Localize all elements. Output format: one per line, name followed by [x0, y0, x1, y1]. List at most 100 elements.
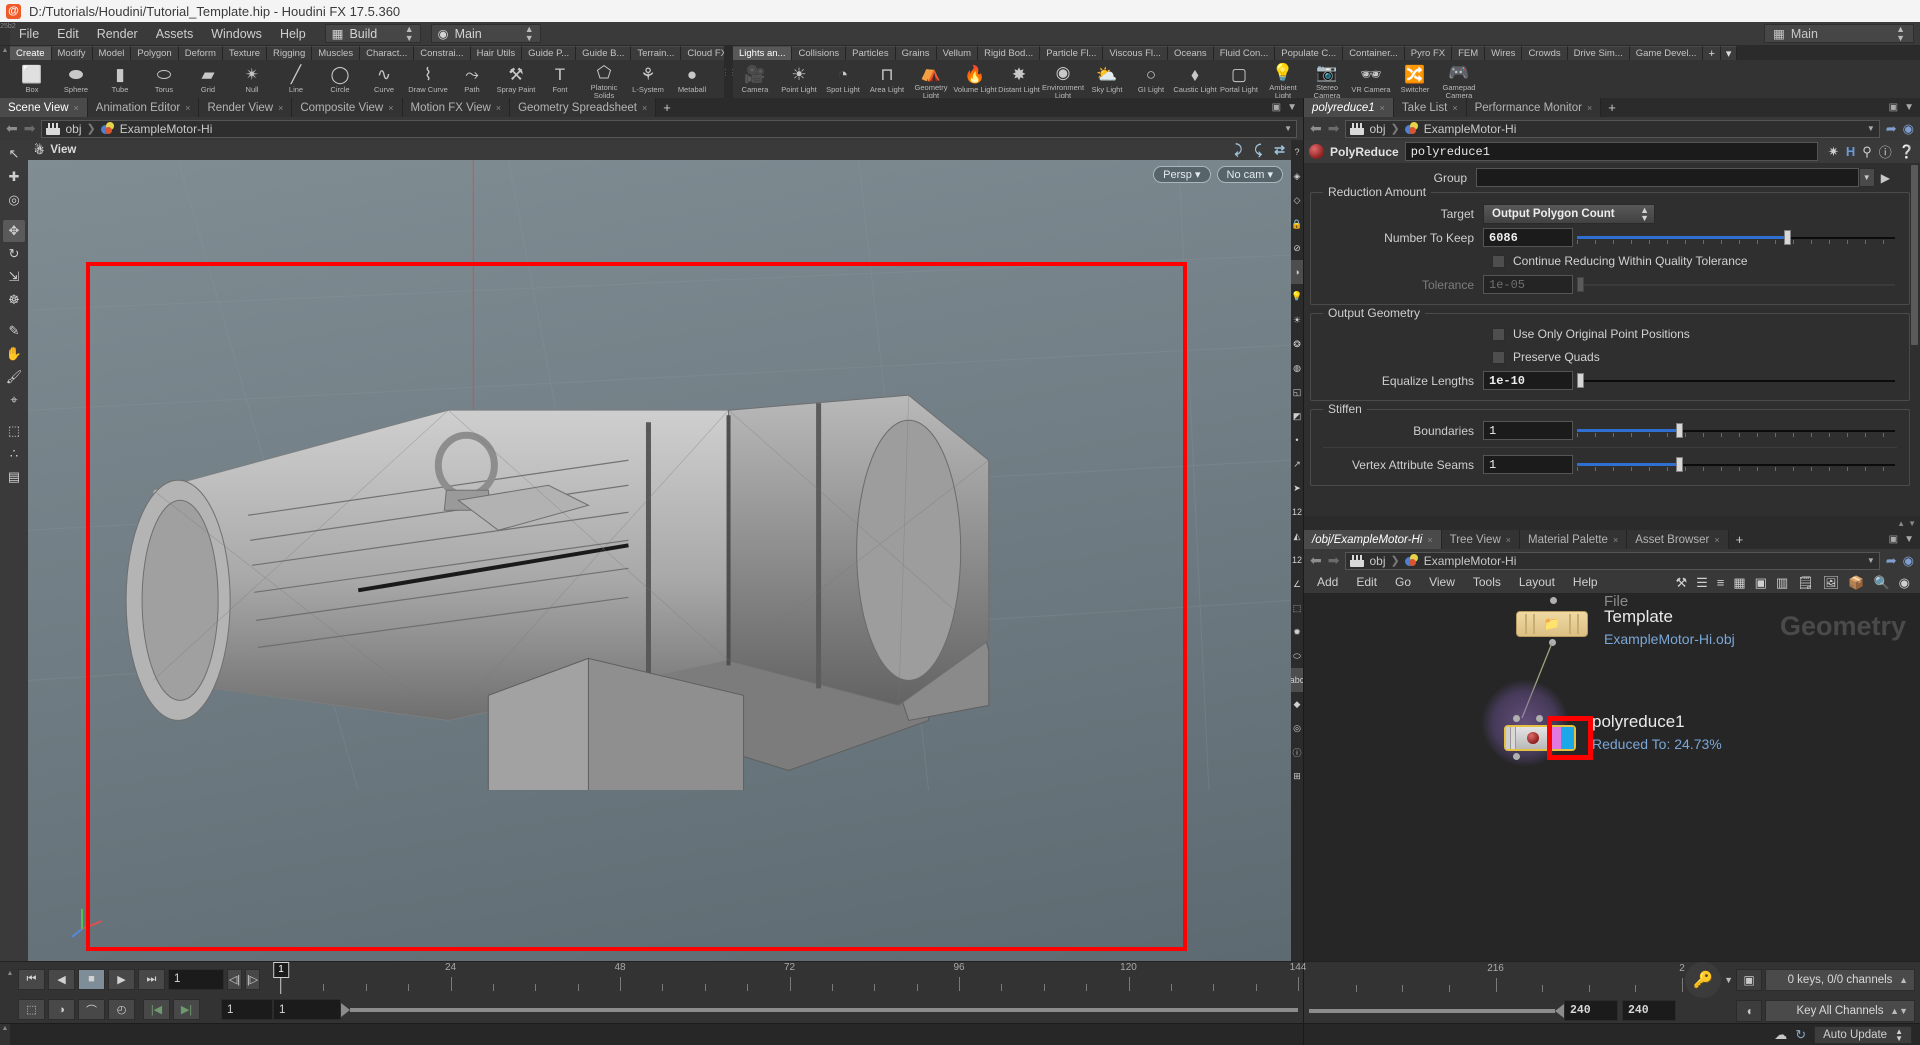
- shelf-button-switcher[interactable]: 🔀 Switcher: [1393, 61, 1437, 98]
- param-path-dropdown-icon[interactable]: ▼: [1867, 124, 1875, 133]
- render-flag[interactable]: [1550, 727, 1561, 749]
- network-menu-tools[interactable]: Tools: [1464, 572, 1510, 593]
- boundaries-slider[interactable]: [1577, 421, 1895, 440]
- shelf-button-grid[interactable]: ▰ Grid: [186, 61, 230, 98]
- shelf-tab-charact[interactable]: Charact...: [360, 46, 415, 60]
- shelf-button-portal-light[interactable]: ▢ Portal Light: [1217, 61, 1261, 98]
- info-icon[interactable]: ⓘ: [1879, 142, 1892, 161]
- scene-tab-scene-view[interactable]: Scene View ×: [0, 98, 88, 117]
- shelf-tab-fluid-con[interactable]: Fluid Con...: [1213, 46, 1276, 60]
- node-polyreduce1[interactable]: [1504, 725, 1576, 751]
- timeline-ruler[interactable]: 24 48 72 96 120 144 1: [273, 962, 1306, 996]
- network-menu-view[interactable]: View: [1420, 572, 1464, 593]
- number-to-keep-input[interactable]: 6086: [1483, 228, 1573, 247]
- shelf-tab-texture[interactable]: Texture: [222, 46, 268, 60]
- layout-icon[interactable]: ⊞: [1291, 764, 1303, 788]
- shelf-tab-guide-p[interactable]: Guide P...: [522, 46, 577, 60]
- close-icon[interactable]: ×: [1613, 535, 1618, 545]
- network-tab-tree-view[interactable]: Tree View ×: [1441, 530, 1521, 549]
- shelf-tab-wires[interactable]: Wires: [1485, 46, 1523, 60]
- polyreduce-output-dot[interactable]: [1513, 753, 1520, 760]
- playhead[interactable]: 1: [273, 962, 289, 994]
- search-icon[interactable]: 🔍: [1873, 575, 1889, 591]
- step-back-button[interactable]: ◀: [48, 968, 75, 990]
- shelf-button-area-light[interactable]: ⊓ Area Light: [865, 61, 909, 98]
- curve-display-icon[interactable]: ∠: [1291, 572, 1303, 596]
- menu-assets[interactable]: Assets: [147, 22, 203, 46]
- key-mode-selector[interactable]: Key All Channels ▲▼: [1765, 999, 1915, 1022]
- target-dropdown[interactable]: Output Polygon Count ▲ ▼: [1483, 203, 1655, 224]
- range-track[interactable]: [350, 1007, 1298, 1012]
- net-nav-forward-icon[interactable]: ➡: [1328, 552, 1340, 569]
- shelf-tab-model[interactable]: Model: [92, 46, 132, 60]
- shelf-button-path[interactable]: ⤳ Path: [450, 61, 494, 98]
- snap-tool-icon[interactable]: ⬚: [3, 420, 25, 442]
- close-icon[interactable]: ×: [1380, 103, 1385, 113]
- scene-tab-render-view[interactable]: Render View ×: [199, 98, 293, 117]
- equalize-lengths-slider[interactable]: [1577, 371, 1895, 390]
- nav-forward-icon[interactable]: ➡: [24, 120, 36, 137]
- shelf-tab-constrai[interactable]: Constrai...: [414, 46, 471, 60]
- shelf-button-draw-curve[interactable]: ⌇ Draw Curve: [406, 61, 450, 98]
- range-start-button[interactable]: |◀: [143, 999, 170, 1020]
- polyreduce-input-dot[interactable]: [1513, 715, 1520, 722]
- network-tab-asset-browser[interactable]: Asset Browser ×: [1627, 530, 1729, 549]
- material-icon[interactable]: ◍: [1291, 356, 1303, 380]
- uv-display-icon[interactable]: ◱: [1291, 380, 1303, 404]
- move-tool-icon[interactable]: ✥: [3, 220, 25, 242]
- snapping-multi-icon[interactable]: ⤹: [1254, 142, 1262, 158]
- scale-tool-icon[interactable]: ⇲: [3, 266, 25, 288]
- network-menu-edit[interactable]: Edit: [1347, 572, 1386, 593]
- scene-tab-geometry-spreadsheet[interactable]: Geometry Spreadsheet ×: [510, 98, 657, 117]
- display-options-icon[interactable]: ◈: [1291, 164, 1303, 188]
- view-tool-icon[interactable]: ◎: [3, 189, 25, 211]
- shelf-tab-fem[interactable]: FEM: [1452, 46, 1486, 60]
- select-tool-icon[interactable]: ↖: [3, 143, 25, 165]
- measure-tool-icon[interactable]: ⌖: [3, 389, 25, 411]
- shelf-button-metaball[interactable]: ● Metaball: [670, 61, 714, 98]
- step-back-frame-button[interactable]: ◁|: [227, 968, 242, 990]
- network-menu-layout[interactable]: Layout: [1510, 572, 1564, 593]
- group-select-mode-icon[interactable]: ▶: [1881, 171, 1890, 185]
- shelf-button-torus[interactable]: ⬭ Torus: [142, 61, 186, 98]
- package-icon[interactable]: 📦: [1848, 575, 1864, 591]
- shelf-button-spray-paint[interactable]: ⚒ Spray Paint: [494, 61, 538, 98]
- shelf-button-null[interactable]: ✴ Null: [230, 61, 274, 98]
- viewport-3d[interactable]: ☃ View ⤸ ⤹ ⇄ Persp ▾ No cam ▾: [28, 140, 1291, 961]
- shelf-button-camera[interactable]: 🎥 Camera: [733, 61, 777, 98]
- shelf-button-l-system[interactable]: ⚘ L-System: [626, 61, 670, 98]
- shelf-button-circle[interactable]: ◯ Circle: [318, 61, 362, 98]
- close-icon[interactable]: ×: [185, 103, 190, 113]
- net-target-node-icon[interactable]: ◉: [1903, 553, 1914, 569]
- cook-status-icon[interactable]: ☁: [1774, 1027, 1787, 1043]
- color-palette-icon[interactable]: ▦: [1733, 575, 1745, 591]
- close-icon[interactable]: ×: [278, 103, 283, 113]
- target-node-icon[interactable]: ◉: [1903, 121, 1914, 137]
- visibility-icon[interactable]: ◑: [1291, 260, 1303, 284]
- lighting-icon[interactable]: 💡: [1291, 284, 1303, 308]
- shelf-button-caustic-light[interactable]: ⬧ Caustic Light: [1173, 61, 1217, 98]
- layout-spinner-icon[interactable]: ▲ ▼: [525, 24, 534, 43]
- shelf-tab-rigid-bod[interactable]: Rigid Bod...: [978, 46, 1041, 60]
- headlight-icon[interactable]: ☀: [1291, 308, 1303, 332]
- shelf-button-sphere[interactable]: ⬬ Sphere: [54, 61, 98, 98]
- viewport-layout-spinner-icon[interactable]: ▲ ▼: [1896, 24, 1905, 43]
- origin-display-icon[interactable]: ✹: [1291, 620, 1303, 644]
- display-flag-icon[interactable]: ◉: [1899, 575, 1910, 591]
- info-icon[interactable]: ⓘ: [1291, 740, 1303, 764]
- shelf-tab-grains[interactable]: Grains: [895, 46, 937, 60]
- pose-tool-icon[interactable]: ☸: [3, 289, 25, 311]
- shelf-button-curve[interactable]: ∿ Curve: [362, 61, 406, 98]
- shelf-button-volume-light[interactable]: 🔥 Volume Light: [953, 61, 997, 98]
- polyreduce-node-name-label[interactable]: polyreduce1: [1592, 712, 1685, 732]
- continue-reducing-checkbox[interactable]: [1492, 254, 1505, 268]
- shelf-tab-particle-fl[interactable]: Particle Fl...: [1040, 46, 1104, 60]
- jump-to-end-button[interactable]: ⏭: [138, 968, 165, 990]
- refresh-icon[interactable]: ↻: [1795, 1027, 1806, 1043]
- shelf-tab-oceans[interactable]: Oceans: [1167, 46, 1214, 60]
- network-menu-go[interactable]: Go: [1386, 572, 1420, 593]
- key-mode-spinner-icon[interactable]: ▲▼: [1890, 1006, 1908, 1016]
- maximize-pane-icon[interactable]: ▣: [1889, 534, 1898, 545]
- pin-pane-icon[interactable]: ➦: [1886, 121, 1897, 137]
- network-tab-obj-examplemotor-hi[interactable]: /obj/ExampleMotor-Hi ×: [1304, 530, 1442, 549]
